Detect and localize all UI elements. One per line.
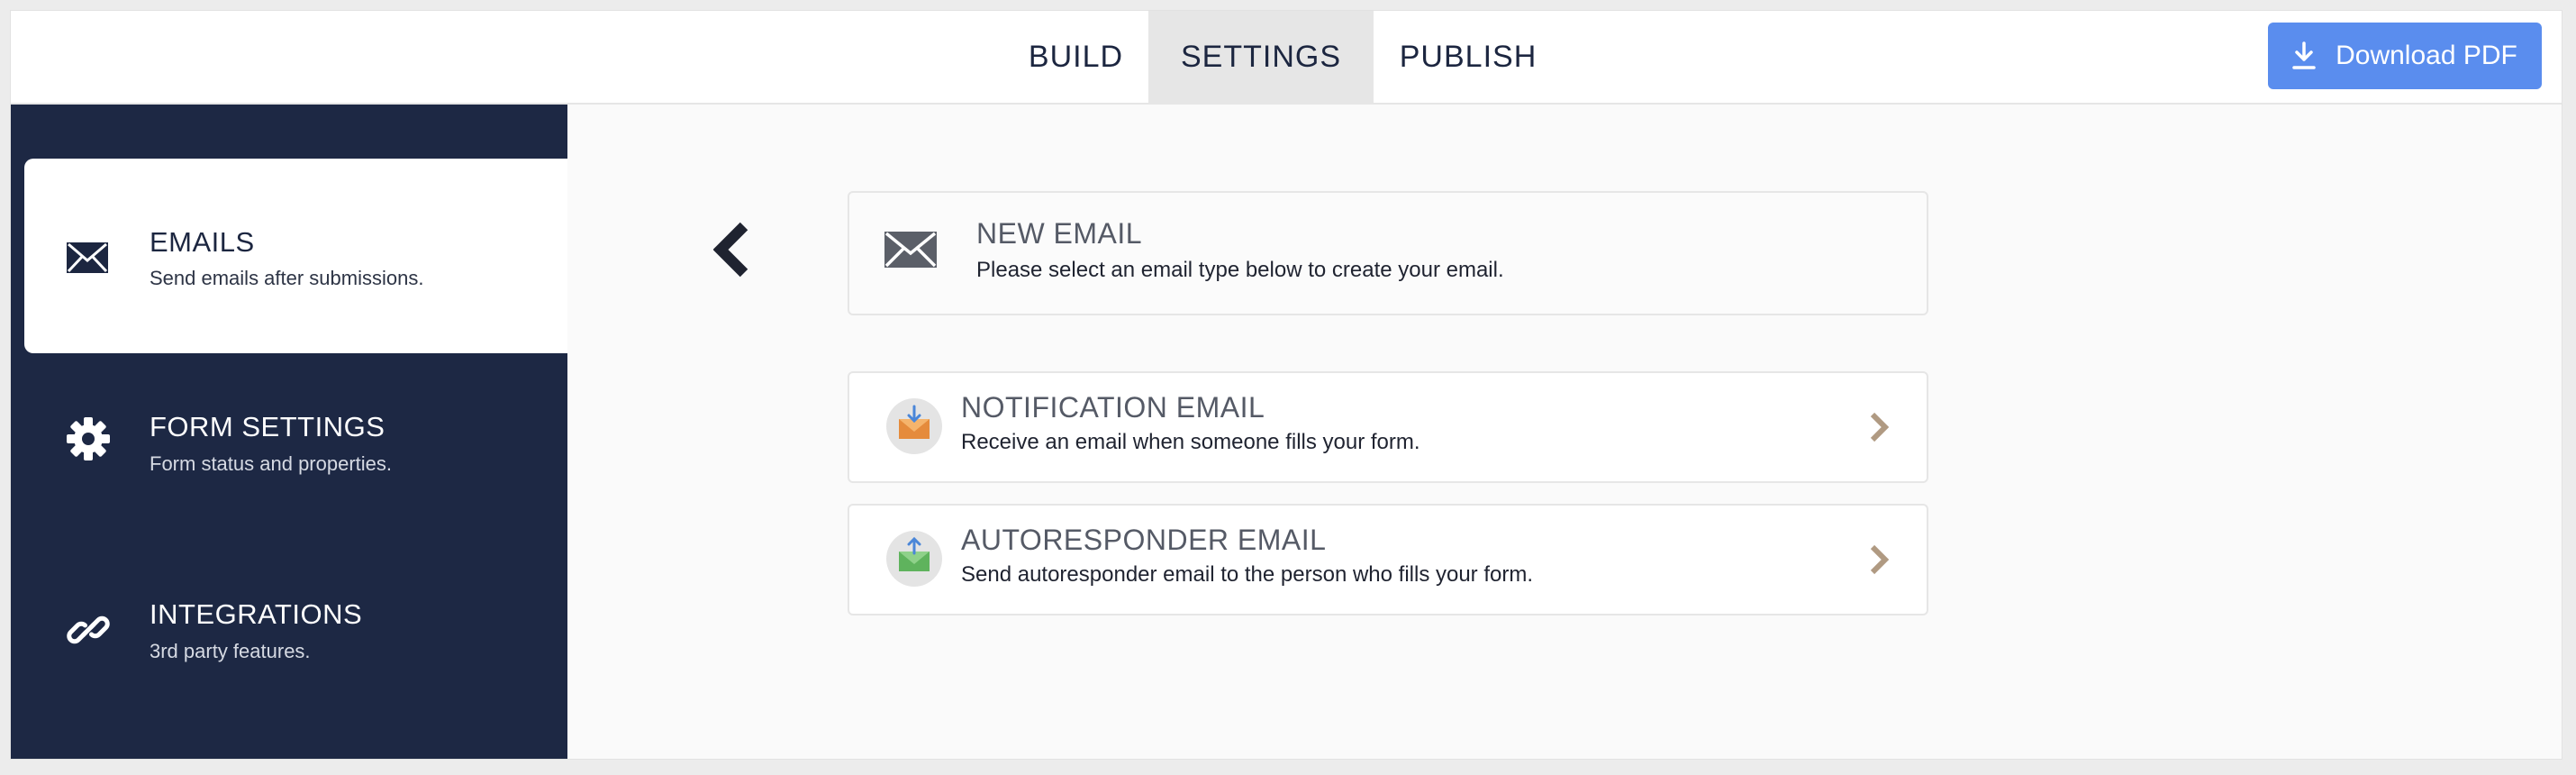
download-icon [2292,41,2316,69]
new-email-title: NEW EMAIL [976,217,1143,250]
sidebar-item-form-settings[interactable]: FORM SETTINGS Form status and properties… [24,353,567,548]
sidebar-item-title: EMAILS [150,226,255,258]
top-bar: BUILD SETTINGS PUBLISH Download PDF [11,11,2562,105]
back-button[interactable] [712,222,749,282]
notification-email-option[interactable]: NOTIFICATION EMAIL Receive an email when… [848,371,1928,483]
autoresponder-email-title: AUTORESPONDER EMAIL [961,524,1327,556]
form-settings-window: BUILD SETTINGS PUBLISH Download PDF EMAI… [10,10,2562,760]
tab-publish[interactable]: PUBLISH [1374,11,1563,103]
chevron-right-icon [1869,543,1891,580]
notification-email-subtitle: Receive an email when someone fills your… [961,430,1420,454]
sidebar-item-subtitle: Form status and properties. [150,452,393,475]
autoresponder-email-icon [885,530,943,592]
sidebar-item-subtitle: Send emails after submissions. [150,267,424,289]
download-pdf-label: Download PDF [2336,41,2517,70]
gear-icon [66,416,111,466]
sidebar-item-title: INTEGRATIONS [150,598,363,630]
sidebar-item-subtitle: 3rd party features. [150,640,311,662]
download-pdf-button[interactable]: Download PDF [2268,23,2542,89]
sidebar-item-title: FORM SETTINGS [150,411,385,442]
link-icon [66,607,111,657]
notification-email-icon [885,397,943,460]
tab-build[interactable]: BUILD [993,11,1159,103]
notification-email-title: NOTIFICATION EMAIL [961,391,1265,424]
new-email-header: NEW EMAIL Please select an email type be… [848,191,1928,315]
new-email-subtitle: Please select an email type below to cre… [976,258,1504,282]
envelope-icon [884,231,938,273]
chevron-left-icon [712,222,748,278]
settings-sidebar: EMAILS Send emails after submissions. FO… [11,105,567,759]
envelope-icon [66,242,109,278]
autoresponder-email-subtitle: Send autoresponder email to the person w… [961,562,1534,587]
tab-settings[interactable]: SETTINGS [1148,11,1374,103]
autoresponder-email-option[interactable]: AUTORESPONDER EMAIL Send autoresponder e… [848,504,1928,615]
sidebar-item-emails[interactable]: EMAILS Send emails after submissions. [24,159,567,353]
chevron-right-icon [1869,411,1891,448]
sidebar-item-integrations[interactable]: INTEGRATIONS 3rd party features. [24,548,567,743]
